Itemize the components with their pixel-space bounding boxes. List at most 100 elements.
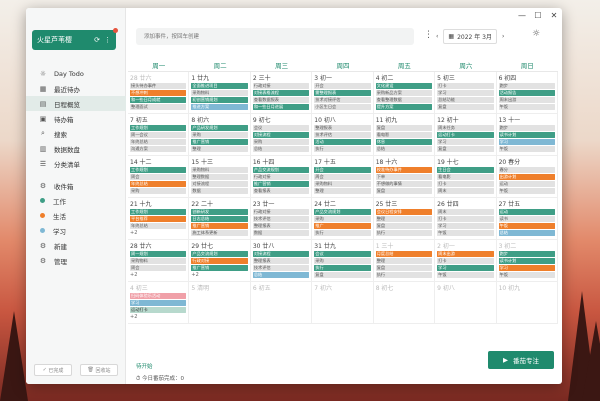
day-cell[interactable]: 22 二十 创新研发 日志总结 推广营销 施工体系更新 [189, 198, 251, 240]
event-chip[interactable]: 和一些日月成就 [130, 97, 187, 103]
event-chip[interactable]: 整理报表 [314, 125, 371, 131]
event-chip[interactable]: 创新研发 [191, 209, 248, 215]
day-cell[interactable]: 3 初一 开会 需整理报表 技术对接评估 小区生日会 [312, 72, 374, 114]
day-cell[interactable]: 2 三十 行政对接 对接表格流程 查看数据报表 和一些日月进展 [250, 72, 313, 114]
day-cell[interactable]: 15 十三 采购物料 整理数据 对接流程 数据 [189, 156, 251, 198]
day-cell[interactable]: 6 初四 跑步 活动报告 周末出游 午饭 [496, 72, 558, 114]
event-chip[interactable]: 推广营销 [191, 139, 248, 145]
event-chip[interactable]: 文化建设 [375, 83, 433, 89]
next-month-icon[interactable]: › [502, 33, 504, 40]
event-chip[interactable]: 春分 [498, 167, 555, 173]
event-chip[interactable]: 看电影 [437, 174, 494, 180]
event-chip[interactable]: 查看整理数据 [375, 97, 433, 103]
event-chip[interactable]: 技术评估 [314, 132, 371, 138]
event-chip[interactable]: 看电影 [375, 132, 433, 138]
event-chip[interactable]: 周末出游 [498, 97, 555, 103]
day-cell[interactable]: 8 初七 [373, 282, 436, 324]
event-chip[interactable]: 周会 [130, 265, 187, 271]
day-cell[interactable]: 7 初五 工作规划 周一会议 年终总结 沟通方案 [128, 114, 190, 156]
day-cell[interactable]: 5 清明 [189, 282, 251, 324]
event-chip[interactable]: 扫码体验乐活动 [130, 293, 187, 299]
event-chip[interactable]: 总结 [252, 146, 310, 152]
app-switcher[interactable]: 火星芦苇樱 ⟳ ⋮ [32, 28, 118, 50]
sidebar-item-0[interactable]: ☼ Day Todo [26, 66, 126, 81]
event-chip[interactable]: 跑步 [498, 83, 555, 89]
event-chip[interactable]: 复盘 [375, 223, 433, 229]
event-chip[interactable]: 对接流程 [252, 251, 310, 257]
event-chip[interactable]: 施工体系更新 [191, 230, 248, 236]
event-chip[interactable]: 整理 [375, 258, 433, 264]
event-chip[interactable]: 整理 [191, 146, 248, 152]
event-chip[interactable]: 产品交流规划 [252, 167, 310, 173]
event-chip[interactable]: 复盘 [375, 125, 433, 131]
event-chip[interactable]: 周末 [437, 209, 494, 215]
event-chip[interactable]: 整理报表 [252, 223, 310, 229]
day-cell[interactable]: 28 廿六 周一规划 采购物料 周会 +2 [128, 240, 190, 282]
event-chip[interactable]: 产品交流规划 [191, 251, 248, 257]
event-chip[interactable]: 复盘 [375, 188, 433, 194]
event-chip[interactable]: 采购新品方案 [375, 90, 433, 96]
event-chip[interactable]: 产品交流规划 [314, 209, 371, 215]
event-chip[interactable]: 总结 [498, 230, 555, 236]
event-chip[interactable]: 周末 [437, 188, 494, 194]
event-chip[interactable]: 初创营销规划 [191, 97, 248, 103]
event-chip[interactable]: 推广营销 [191, 265, 248, 271]
sidebar-group-2[interactable]: 生活 [26, 208, 126, 223]
event-chip[interactable]: 整理 [314, 188, 371, 194]
sidebar-group-4[interactable]: ⚙ 新建 [26, 238, 126, 253]
event-chip[interactable]: 午饭 [498, 146, 555, 152]
event-chip[interactable]: 采购物料 [191, 90, 248, 96]
day-cell[interactable]: 16 十四 产品交流规划 行政对接 推广营销 查看报表 [250, 156, 313, 198]
event-chip[interactable]: 采购 [314, 216, 371, 222]
event-chip[interactable]: 午饭 [437, 272, 494, 278]
event-chip[interactable]: 会议日程安排 [375, 209, 433, 215]
event-chip[interactable]: 校准待办事件 [375, 167, 433, 173]
more-events-link[interactable]: +2 [130, 272, 186, 278]
event-chip[interactable]: 午饭 [437, 230, 494, 236]
event-chip[interactable]: 跑步 [498, 125, 555, 131]
event-chip[interactable]: 会议 [314, 251, 371, 257]
sidebar-group-1[interactable]: 工作 [26, 193, 126, 208]
event-chip[interactable]: 推广 [314, 223, 371, 229]
day-cell[interactable]: 24 廿二 产品交流规划 采购 推广 执行 [312, 198, 374, 240]
event-chip[interactable]: 学习 [498, 265, 555, 271]
theme-toggle-icon[interactable]: ☼ [532, 29, 540, 39]
close-icon[interactable]: ✕ [546, 8, 562, 22]
event-chip[interactable]: 整理 [375, 216, 433, 222]
event-chip[interactable]: 打卡 [437, 181, 494, 187]
event-chip[interactable]: 周一会议 [130, 132, 187, 138]
day-cell[interactable]: 11 初九 复盘 看电影 休息 总结 [373, 114, 436, 156]
event-chip[interactable]: 产品研发规划 [191, 125, 248, 131]
day-cell[interactable]: 27 廿五 运动 读书 午饭 总结 [496, 198, 558, 240]
day-cell[interactable]: 14 十二 工作规划 周会 年终总结 采购 [128, 156, 190, 198]
event-chip[interactable]: 不想冲刺 [130, 90, 187, 96]
day-cell[interactable]: 1 廿九 全面推进项目 采购物料 初创营销规划 推进方案 [189, 72, 251, 114]
event-chip[interactable]: 周会 [314, 174, 371, 180]
sidebar-item-3[interactable]: ▣ 待办箱 [26, 111, 126, 126]
event-chip[interactable]: 年终总结 [130, 181, 187, 187]
event-chip[interactable]: 整理数据 [191, 174, 248, 180]
event-chip[interactable]: 全面推进项目 [191, 83, 248, 89]
event-chip[interactable]: 工作规划 [130, 167, 187, 173]
event-chip[interactable]: 对接流程 [252, 132, 310, 138]
event-chip[interactable]: 复盘 [314, 272, 371, 278]
event-chip[interactable]: 读书计划 [498, 258, 555, 264]
add-event-input[interactable] [136, 28, 414, 45]
day-cell[interactable]: 7 初六 [312, 282, 374, 324]
day-cell[interactable]: 31 廿九 会议 采购 执行 复盘 [312, 240, 374, 282]
event-chip[interactable]: 打卡 [437, 83, 494, 89]
event-chip[interactable]: 学习 [437, 90, 494, 96]
day-cell[interactable]: 8 初六 产品研发规划 采购 推广营销 整理 [189, 114, 251, 156]
event-chip[interactable]: 跑步 [498, 251, 555, 257]
minimize-icon[interactable]: — [514, 8, 530, 22]
day-cell[interactable]: 23 廿一 行政对接 技术评估 整理报表 数据 [250, 198, 313, 240]
sidebar-group-0[interactable]: ⚙ 收件箱 [26, 178, 126, 193]
event-chip[interactable]: 学习 [437, 223, 494, 229]
event-chip[interactable]: 对接表格流程 [252, 90, 310, 96]
more-events-link[interactable]: +2 [130, 314, 186, 320]
event-chip[interactable]: 周末出游 [437, 251, 494, 257]
day-cell[interactable]: 20 春分 春分 出游计划 运动 午饭 [496, 156, 558, 198]
day-cell[interactable]: 2 初一 周末出游 打卡 学习 午饭 [435, 240, 497, 282]
sidebar-item-4[interactable]: ⌕ 搜索 [26, 126, 126, 141]
day-cell[interactable]: 21 十九 工作规划 平台推荐 年终总结 +2 [128, 198, 190, 240]
